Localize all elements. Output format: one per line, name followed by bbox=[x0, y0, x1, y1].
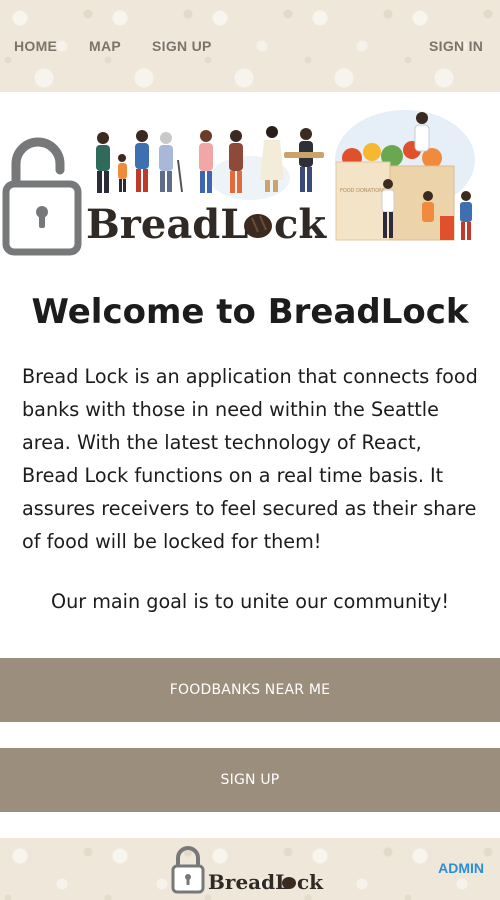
footer-logo: BreadL ck bbox=[170, 844, 330, 894]
nav-signin-link[interactable]: SIGN IN bbox=[429, 38, 483, 54]
bread-loaf-icon bbox=[282, 877, 296, 889]
nav-signup-link[interactable]: SIGN UP bbox=[152, 38, 212, 54]
unlocked-padlock-icon bbox=[2, 137, 82, 256]
banner-illustration: FOOD DONATIONS BreadL ck bbox=[2, 110, 475, 256]
footer-brand-suffix: ck bbox=[297, 870, 324, 894]
footer-logo-graphic: BreadL ck bbox=[171, 846, 324, 894]
app-description: Bread Lock is an application that connec… bbox=[22, 365, 478, 553]
sign-up-button[interactable]: SIGN UP bbox=[0, 748, 500, 812]
nav-map-link[interactable]: MAP bbox=[89, 38, 121, 54]
footer: BreadL ck ADMIN bbox=[0, 838, 500, 900]
mission-statement: Our main goal is to unite our community! bbox=[50, 590, 450, 613]
brand-prefix-text: BreadL bbox=[86, 201, 248, 248]
bread-loaf-icon bbox=[244, 214, 272, 238]
page-title: Welcome to BreadLock bbox=[31, 292, 469, 332]
foodbanks-near-me-button[interactable]: FOODBANKS NEAR ME bbox=[0, 658, 500, 722]
brand-wordmark: BreadL ck bbox=[86, 201, 327, 248]
top-navbar: HOME MAP SIGN UP SIGN IN bbox=[0, 0, 500, 92]
footer-brand-prefix: BreadL bbox=[208, 870, 289, 894]
donation-box-illustration: FOOD DONATIONS bbox=[335, 141, 455, 241]
people-illustration bbox=[96, 126, 324, 193]
donation-box-label: FOOD DONATIONS bbox=[340, 188, 386, 194]
hero-banner: FOOD DONATIONS BreadL ck bbox=[0, 100, 500, 256]
nav-home-link[interactable]: HOME bbox=[14, 38, 57, 54]
admin-link[interactable]: ADMIN bbox=[438, 860, 484, 876]
brand-suffix-text: ck bbox=[274, 201, 327, 248]
padlock-icon bbox=[171, 846, 205, 894]
